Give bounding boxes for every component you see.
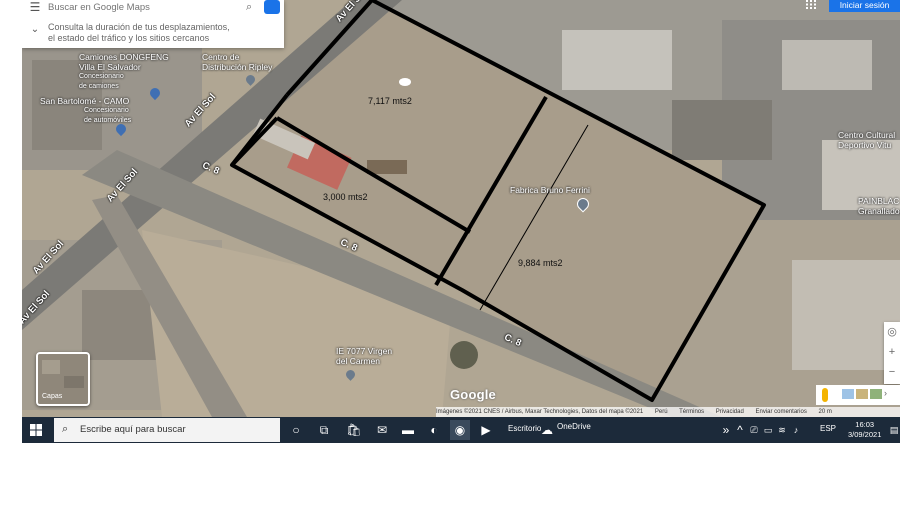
media-player-icon[interactable]: ▶	[476, 420, 496, 440]
privacy-link[interactable]: Privacidad	[716, 409, 744, 415]
zoom-in-button[interactable]: +	[884, 342, 900, 362]
location-icon[interactable]: ◎	[884, 322, 900, 342]
google-logo: Google	[450, 387, 496, 402]
desktop-toolbar-label[interactable]: Escritorio	[508, 424, 541, 433]
thumbnail-icon[interactable]	[856, 389, 868, 399]
language-indicator[interactable]: ESP	[820, 424, 836, 433]
zoom-controls: ◎ + −	[884, 322, 900, 384]
attribution-text: Imágenes ©2021 CNES / Airbus, Maxar Tech…	[436, 409, 644, 415]
poi-label[interactable]: IE 7077 Virgen del Carmen	[336, 346, 392, 366]
poi-label[interactable]: Fabrica Bruno Ferrini	[510, 185, 590, 195]
scale-label[interactable]: 20 m	[819, 409, 832, 415]
wifi-icon[interactable]: ≋	[776, 420, 788, 440]
notification-icon[interactable]: ▤	[888, 420, 900, 440]
poi-label[interactable]: Centro de Distribución Ripley	[202, 52, 272, 72]
network-icon[interactable]: ⎚	[748, 420, 760, 440]
edge-icon[interactable]: ◐	[424, 420, 444, 440]
apps-grid-icon[interactable]	[806, 0, 816, 9]
parcel-area-label: 3,000 mts2	[323, 192, 368, 202]
search-icon: ⌕	[62, 423, 69, 435]
hamburger-menu-icon[interactable]: ☰	[22, 0, 48, 14]
taskbar-search-box[interactable]: ⌕ Escribe aquí para buscar	[54, 418, 280, 442]
poi-label[interactable]: San Bartolomé - CAMO Concesionario de au…	[40, 96, 131, 126]
attribution-bar: Imágenes ©2021 CNES / Airbus, Maxar Tech…	[436, 407, 900, 417]
terms-link[interactable]: Términos	[679, 409, 704, 415]
map-canvas[interactable]: 7,117 mts2 3,000 mts2 9,884 mts2 Av El S…	[22, 0, 900, 417]
country-link[interactable]: Perú	[655, 409, 668, 415]
search-hint[interactable]: ⌄ Consulta la duración de tus desplazami…	[22, 20, 284, 48]
cloud-icon[interactable]: ☁	[541, 420, 553, 440]
clock[interactable]: 16:03 3/09/2021	[848, 420, 881, 440]
pegman-icon[interactable]	[822, 388, 828, 402]
layers-label: Capas	[42, 393, 63, 400]
taskbar: ⌕ Escribe aquí para buscar ○ ⧉ 🛍 ✉ ▬ ◐ ◉…	[22, 417, 900, 443]
poi-label[interactable]: PAINBLACGranallado, Are	[858, 196, 900, 216]
file-explorer-icon[interactable]: ▬	[398, 420, 418, 440]
chevron-right-icon[interactable]: ›	[884, 388, 887, 398]
store-icon[interactable]: 🛍	[344, 420, 364, 440]
thumbnail-icon[interactable]	[842, 389, 854, 399]
directions-icon[interactable]	[264, 0, 280, 14]
task-view-icon[interactable]: ⧉	[314, 420, 334, 440]
search-panel: ☰ ⌕ ⌄ Consulta la duración de tus despla…	[22, 0, 284, 48]
cortana-icon[interactable]: ○	[286, 420, 306, 440]
chrome-icon[interactable]: ◉	[450, 420, 470, 440]
poi-label[interactable]: Centro Cultural Deportivo Vitu	[838, 130, 895, 150]
chevron-up-icon[interactable]: ^	[734, 420, 746, 440]
thumbnail-icon[interactable]	[870, 389, 882, 399]
onedrive-label[interactable]: OneDrive	[557, 422, 591, 431]
feedback-link[interactable]: Enviar comentarios	[755, 409, 806, 415]
screenshot: 7,117 mts2 3,000 mts2 9,884 mts2 Av El S…	[22, 0, 900, 443]
parcel-area-label: 7,117 mts2	[368, 96, 412, 106]
taskbar-search-placeholder: Escribe aquí para buscar	[80, 424, 186, 435]
display-icon[interactable]: ▭	[762, 420, 774, 440]
chevrons-right-icon[interactable]: »	[720, 420, 732, 440]
windows-start-icon[interactable]	[30, 424, 42, 436]
volume-icon[interactable]: ♪	[790, 420, 802, 440]
search-icon[interactable]: ⌕	[246, 1, 264, 14]
poi-label[interactable]: Camiones DONGFENG Villa El Salvador Conce…	[79, 52, 169, 92]
street-view-strip[interactable]: ›	[816, 385, 900, 405]
parcel-area-label: 9,884 mts2	[518, 258, 563, 268]
chevron-down-icon[interactable]: ⌄	[22, 20, 48, 48]
search-input[interactable]	[48, 1, 246, 13]
mail-icon[interactable]: ✉	[372, 420, 392, 440]
zoom-out-button[interactable]: −	[884, 362, 900, 382]
signin-button[interactable]: Iniciar sesión	[829, 0, 900, 12]
layers-button[interactable]: Capas	[36, 352, 90, 406]
